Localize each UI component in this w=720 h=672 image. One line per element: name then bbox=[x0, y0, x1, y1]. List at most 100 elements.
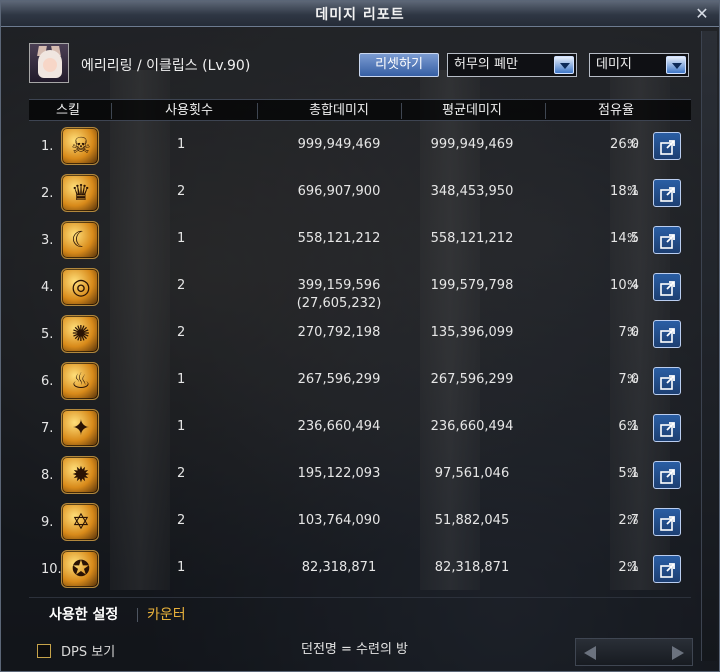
row-average-damage: 348,453,950 bbox=[430, 184, 514, 199]
header-uses: 사용횟수 bbox=[165, 103, 213, 118]
mode-select-value: 데미지 bbox=[596, 57, 632, 72]
next-arrow-icon[interactable] bbox=[668, 644, 686, 662]
window-title: 데미지 리포트 bbox=[315, 6, 405, 23]
export-glyph bbox=[660, 234, 675, 249]
row-rank: 8. bbox=[41, 468, 54, 483]
skill-glyph: ☠ bbox=[71, 134, 91, 159]
export-glyph bbox=[660, 281, 675, 296]
skill-icon-7[interactable]: ✦ bbox=[61, 409, 99, 447]
export-icon[interactable] bbox=[653, 273, 681, 301]
row-average-damage: 135,396,099 bbox=[430, 325, 514, 340]
character-name: 에리리링 / 이클립스 (Lv.90) bbox=[81, 58, 251, 74]
export-icon[interactable] bbox=[653, 414, 681, 442]
row-uses: 1 bbox=[177, 372, 186, 387]
skill-icon-10[interactable]: ✪ bbox=[61, 550, 99, 588]
dps-checkbox[interactable] bbox=[37, 644, 51, 658]
table-row: 7. 1 236,660,494 236,660,494 6.1% ✦ bbox=[29, 405, 691, 452]
damage-report-window: 데미지 리포트 ✕ 에리리링 / 이클립스 (Lv.90) 리셋하기 허무의 폐… bbox=[0, 0, 720, 672]
header-divider bbox=[401, 103, 402, 119]
row-total-damage: 103,764,090 bbox=[297, 513, 381, 528]
row-percent-sign: % bbox=[627, 560, 639, 574]
close-icon[interactable]: ✕ bbox=[693, 5, 711, 23]
row-percent-sign: % bbox=[627, 184, 639, 198]
row-average-damage: 236,660,494 bbox=[430, 419, 514, 434]
export-glyph bbox=[660, 422, 675, 437]
export-icon[interactable] bbox=[653, 132, 681, 160]
row-total-damage: 270,792,198 bbox=[297, 325, 381, 340]
header-divider bbox=[257, 103, 258, 119]
row-rank: 3. bbox=[41, 233, 54, 248]
skill-icon-4[interactable]: ◎ bbox=[61, 268, 99, 306]
dungeon-name-label: 던전명 = 수련의 방 bbox=[301, 642, 409, 657]
skill-glyph: ◎ bbox=[71, 275, 91, 300]
export-glyph bbox=[660, 563, 675, 578]
skill-glyph: ♨ bbox=[71, 369, 91, 394]
row-rank: 4. bbox=[41, 280, 54, 295]
prev-arrow-icon[interactable] bbox=[582, 644, 600, 662]
row-percent-sign: % bbox=[627, 372, 639, 386]
skill-icon-8[interactable]: ✹ bbox=[61, 456, 99, 494]
row-uses: 2 bbox=[177, 278, 186, 293]
dps-label: DPS 보기 bbox=[61, 645, 116, 660]
row-uses: 2 bbox=[177, 325, 186, 340]
title-bar[interactable]: 데미지 리포트 ✕ bbox=[1, 1, 719, 27]
mode-select[interactable]: 데미지 bbox=[589, 53, 689, 77]
header-divider bbox=[111, 103, 112, 119]
tab-used-settings[interactable]: 사용한 설정 bbox=[49, 604, 118, 624]
header-average: 평균데미지 bbox=[442, 103, 502, 118]
skill-icon-9[interactable]: ✡ bbox=[61, 503, 99, 541]
row-percent-sign: % bbox=[627, 419, 639, 433]
export-icon[interactable] bbox=[653, 508, 681, 536]
dungeon-select-value: 허무의 폐만 bbox=[454, 57, 518, 72]
export-icon[interactable] bbox=[653, 555, 681, 583]
tab-counter[interactable]: 카운터 bbox=[147, 604, 186, 624]
skill-icon-6[interactable]: ♨ bbox=[61, 362, 99, 400]
bottom-tabs: 사용한 설정 카운터 bbox=[29, 597, 691, 633]
skill-icon-3[interactable]: ☾ bbox=[61, 221, 99, 259]
skill-icon-1[interactable]: ☠ bbox=[61, 127, 99, 165]
table-row: 9. 2 103,764,090 51,882,045 2.7% ✡ bbox=[29, 499, 691, 546]
dungeon-select[interactable]: 허무의 폐만 bbox=[447, 53, 577, 77]
row-total-damage: 399,159,596 bbox=[297, 278, 381, 293]
export-icon[interactable] bbox=[653, 179, 681, 207]
row-average-damage: 267,596,299 bbox=[430, 372, 514, 387]
portrait-face bbox=[43, 58, 57, 72]
side-panel-edge bbox=[701, 31, 717, 661]
row-percent-sign: % bbox=[627, 137, 639, 151]
chevron-down-icon[interactable] bbox=[666, 56, 686, 74]
skill-glyph: ✺ bbox=[71, 322, 91, 347]
skill-glyph: ♛ bbox=[71, 181, 91, 206]
row-average-damage: 97,561,046 bbox=[434, 466, 510, 481]
row-uses: 1 bbox=[177, 231, 186, 246]
tab-divider bbox=[137, 608, 138, 622]
row-total-damage: 82,318,871 bbox=[301, 560, 377, 575]
row-total-sub: (27,605,232) bbox=[296, 296, 382, 311]
row-percent-sign: % bbox=[627, 466, 639, 480]
row-average-damage: 51,882,045 bbox=[434, 513, 510, 528]
export-icon[interactable] bbox=[653, 367, 681, 395]
row-percent-sign: % bbox=[627, 513, 639, 527]
export-icon[interactable] bbox=[653, 320, 681, 348]
table-header: 스킬 사용횟수 총합데미지 평균데미지 점유율 bbox=[29, 99, 691, 121]
export-glyph bbox=[660, 187, 675, 202]
export-icon[interactable] bbox=[653, 461, 681, 489]
reset-button[interactable]: 리셋하기 bbox=[359, 53, 439, 77]
skill-glyph: ✪ bbox=[71, 557, 91, 582]
export-glyph bbox=[660, 469, 675, 484]
row-rank: 5. bbox=[41, 327, 54, 342]
export-icon[interactable] bbox=[653, 226, 681, 254]
skill-icon-5[interactable]: ✺ bbox=[61, 315, 99, 353]
row-uses: 2 bbox=[177, 466, 186, 481]
skill-icon-2[interactable]: ♛ bbox=[61, 174, 99, 212]
export-glyph bbox=[660, 375, 675, 390]
skill-glyph: ✡ bbox=[71, 510, 91, 535]
table-row: 6. 1 267,596,299 267,596,299 7.0% ♨ bbox=[29, 358, 691, 405]
row-total-damage: 267,596,299 bbox=[297, 372, 381, 387]
row-total-damage: 558,121,212 bbox=[297, 231, 381, 246]
table-row: 8. 2 195,122,093 97,561,046 5.1% ✹ bbox=[29, 452, 691, 499]
table-row: 10. 1 82,318,871 82,318,871 2.1% ✪ bbox=[29, 546, 691, 593]
character-portrait bbox=[29, 43, 69, 83]
row-uses: 2 bbox=[177, 513, 186, 528]
chevron-down-icon[interactable] bbox=[554, 56, 574, 74]
row-total-damage: 236,660,494 bbox=[297, 419, 381, 434]
